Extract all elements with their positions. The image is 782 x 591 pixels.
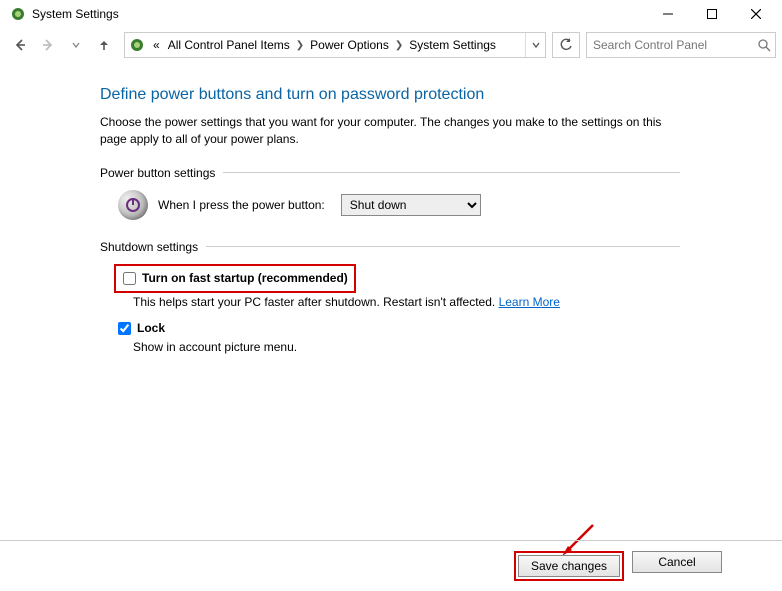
power-button-select[interactable]: Shut down	[341, 194, 481, 216]
highlight-annotation: Turn on fast startup (recommended)	[114, 264, 356, 293]
search-icon[interactable]	[754, 39, 775, 52]
fast-startup-help: This helps start your PC faster after sh…	[100, 295, 680, 309]
lock-help: Show in account picture menu.	[100, 340, 680, 354]
close-button[interactable]	[734, 0, 778, 28]
breadcrumb-prefix[interactable]: «	[149, 38, 164, 52]
system-settings-icon	[10, 6, 26, 22]
section-label: Shutdown settings	[100, 240, 206, 254]
up-button[interactable]	[90, 31, 118, 59]
power-button-row: When I press the power button: Shut down	[100, 190, 680, 220]
page-description: Choose the power settings that you want …	[100, 114, 680, 148]
learn-more-link[interactable]: Learn More	[499, 295, 560, 309]
fast-startup-label: Turn on fast startup (recommended)	[142, 271, 348, 285]
shutdown-section-header: Shutdown settings	[100, 240, 680, 254]
cancel-button[interactable]: Cancel	[632, 551, 722, 573]
breadcrumb-item[interactable]: System Settings	[405, 38, 500, 52]
window-title: System Settings	[32, 7, 119, 21]
page-heading: Define power buttons and turn on passwor…	[100, 86, 680, 104]
breadcrumb-item[interactable]: Power Options	[306, 38, 393, 52]
fast-startup-row: Turn on fast startup (recommended)	[100, 264, 680, 293]
minimize-button[interactable]	[646, 0, 690, 28]
fast-startup-checkbox[interactable]	[123, 272, 136, 285]
power-button-label: When I press the power button:	[158, 198, 325, 212]
back-button[interactable]	[6, 31, 34, 59]
section-rule	[223, 172, 680, 173]
power-button-section-header: Power button settings	[100, 166, 680, 180]
lock-row: Lock	[100, 319, 680, 338]
refresh-button[interactable]	[552, 32, 580, 58]
footer: Save changes Cancel	[0, 540, 782, 581]
recent-locations-dropdown[interactable]	[62, 31, 90, 59]
forward-button[interactable]	[34, 31, 62, 59]
search-box[interactable]	[586, 32, 776, 58]
save-changes-button[interactable]: Save changes	[518, 555, 620, 577]
breadcrumb-item[interactable]: All Control Panel Items	[164, 38, 294, 52]
address-dropdown-icon[interactable]	[525, 33, 545, 57]
search-input[interactable]	[587, 38, 754, 52]
chevron-right-icon: ❯	[393, 40, 405, 51]
chevron-right-icon: ❯	[294, 40, 306, 51]
nav-row: « All Control Panel Items ❯ Power Option…	[0, 28, 782, 62]
section-label: Power button settings	[100, 166, 223, 180]
section-rule	[206, 246, 680, 247]
lock-checkbox[interactable]	[118, 322, 131, 335]
titlebar: System Settings	[0, 0, 782, 28]
address-bar-icon	[129, 37, 145, 53]
highlight-annotation: Save changes	[514, 551, 624, 581]
content-area: Define power buttons and turn on passwor…	[0, 62, 680, 354]
address-bar[interactable]: « All Control Panel Items ❯ Power Option…	[124, 32, 546, 58]
maximize-button[interactable]	[690, 0, 734, 28]
lock-label: Lock	[137, 321, 165, 335]
power-icon	[118, 190, 148, 220]
